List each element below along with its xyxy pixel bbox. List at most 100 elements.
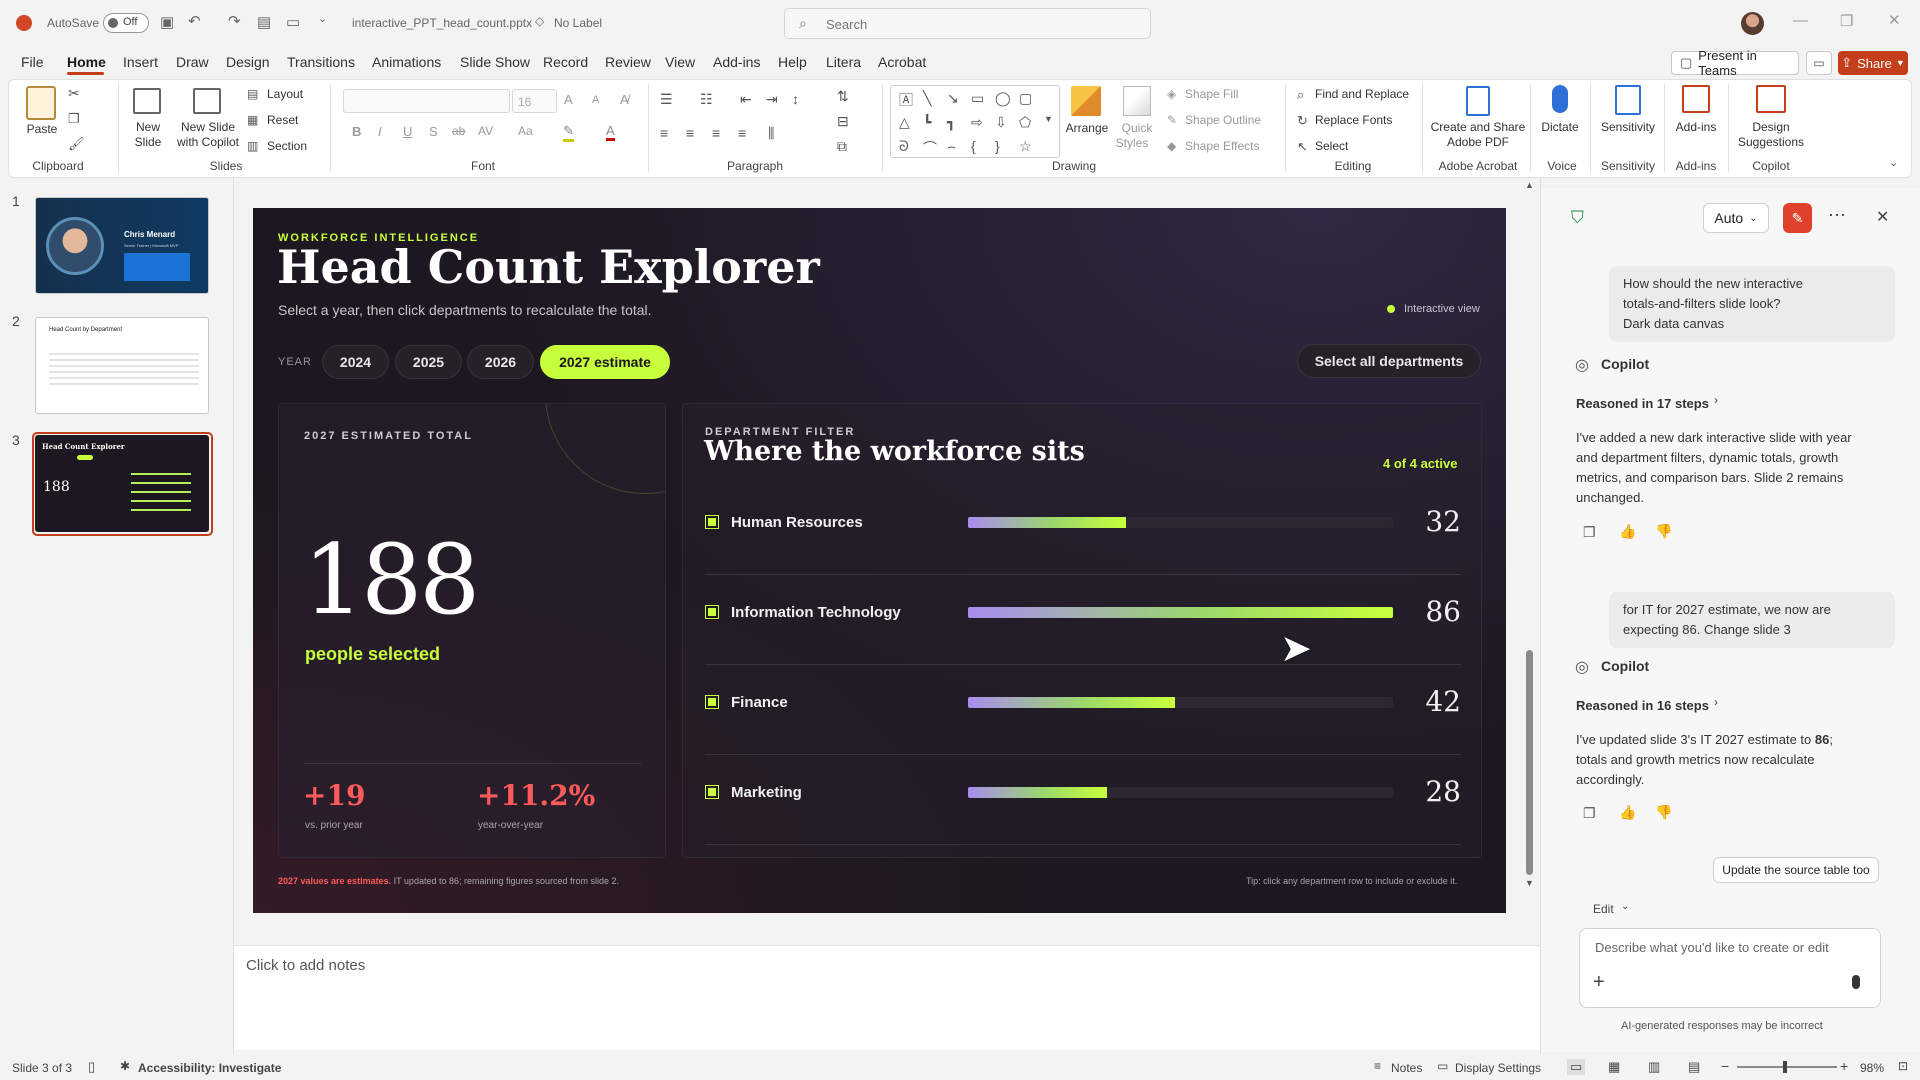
- paste-label[interactable]: Paste: [24, 122, 60, 137]
- new-slide-copilot-label-2[interactable]: with Copilot: [172, 135, 244, 150]
- year-2026-button[interactable]: 2026: [467, 345, 534, 379]
- font-name-box[interactable]: [343, 89, 510, 113]
- shape-effects-icon[interactable]: ◆: [1167, 139, 1176, 153]
- cut-icon[interactable]: ✂: [68, 85, 80, 102]
- chevron-right-icon[interactable]: ›: [1714, 695, 1718, 709]
- prompt-input[interactable]: Describe what you'd like to create or ed…: [1579, 928, 1881, 1008]
- design-suggestions-label-2[interactable]: Suggestions: [1736, 135, 1806, 150]
- present-icon[interactable]: ▤: [257, 13, 271, 31]
- thumbs-up-icon[interactable]: 👍: [1619, 523, 1636, 540]
- align-center-icon[interactable]: ≡: [686, 125, 694, 141]
- select-icon[interactable]: ↖: [1297, 139, 1308, 155]
- quick-styles-label-2[interactable]: Styles: [1112, 136, 1152, 151]
- restore-icon[interactable]: ❐: [1840, 12, 1853, 30]
- numbering-icon[interactable]: ☷: [700, 91, 713, 108]
- sensitivity-icon[interactable]: [1615, 85, 1641, 115]
- checkbox-checked-icon[interactable]: [705, 785, 719, 799]
- grow-font-icon[interactable]: A: [564, 92, 573, 107]
- display-settings-icon[interactable]: ▭: [1437, 1059, 1448, 1073]
- tab-home[interactable]: Home: [67, 54, 106, 70]
- clear-format-icon[interactable]: A̸: [620, 92, 629, 107]
- slide-thumbnail-2[interactable]: Head Count by Department: [35, 317, 209, 414]
- undo-icon[interactable]: ↶: [188, 12, 201, 30]
- justify-icon[interactable]: ≡: [738, 125, 746, 141]
- notes-icon[interactable]: ≡: [1374, 1059, 1381, 1073]
- textbox-shape-icon[interactable]: 🄰: [899, 90, 913, 110]
- minimize-icon[interactable]: —: [1793, 12, 1808, 29]
- new-chat-button[interactable]: ✎: [1783, 203, 1812, 233]
- tab-acrobat[interactable]: Acrobat: [878, 54, 926, 70]
- shrink-font-icon[interactable]: A: [592, 94, 599, 106]
- gallery-expand-icon[interactable]: ▼: [1044, 114, 1053, 124]
- shape-effects-button[interactable]: Shape Effects: [1185, 139, 1260, 153]
- chevron-right-icon[interactable]: ›: [1714, 393, 1718, 407]
- add-ins-label[interactable]: Add-ins: [1671, 120, 1721, 135]
- slide-sorter-icon[interactable]: ▦: [1608, 1059, 1620, 1075]
- normal-view-icon[interactable]: ▭: [1567, 1059, 1586, 1075]
- edit-mode-dropdown[interactable]: Edit: [1593, 902, 1614, 916]
- slideshow-icon[interactable]: ▤: [1688, 1059, 1700, 1075]
- reset-icon[interactable]: ▦: [247, 113, 258, 127]
- suggestion-chip[interactable]: Update the source table too: [1713, 857, 1879, 883]
- shapes-gallery[interactable]: 🄰 ╲ ↘ ▭ ◯ ▢ △ ┗ ┓ ⇨ ⇩ ⬠ ᘐ ⌒ ⌢ { } ☆ ▼: [890, 85, 1060, 158]
- thumbs-down-icon[interactable]: 👎: [1655, 804, 1672, 821]
- font-size-box[interactable]: 16: [512, 89, 557, 113]
- scroll-down-icon[interactable]: ▼: [1525, 878, 1534, 888]
- section-icon[interactable]: ▥: [247, 139, 258, 153]
- zoom-slider[interactable]: [1737, 1061, 1837, 1073]
- layout-button[interactable]: Layout: [267, 87, 303, 101]
- year-2025-button[interactable]: 2025: [395, 345, 462, 379]
- shape-fill-button[interactable]: Shape Fill: [1185, 87, 1238, 101]
- save-icon[interactable]: ▣: [160, 13, 174, 31]
- columns-icon[interactable]: ⫼: [768, 125, 774, 142]
- layout-icon[interactable]: ▤: [247, 87, 258, 101]
- fit-slide-icon[interactable]: ⊡: [1898, 1059, 1908, 1073]
- more-options-icon[interactable]: ⋯: [1828, 205, 1846, 226]
- accessibility-status[interactable]: Accessibility: Investigate: [138, 1061, 281, 1075]
- tab-file[interactable]: File: [21, 54, 44, 70]
- char-spacing-icon[interactable]: AV: [478, 124, 493, 138]
- zoom-level[interactable]: 98%: [1860, 1061, 1884, 1075]
- present-in-teams-button[interactable]: ▢ Present in Teams: [1671, 48, 1799, 78]
- shadow-icon[interactable]: S: [429, 124, 438, 139]
- mode-dropdown[interactable]: Auto ⌄: [1703, 203, 1769, 233]
- microphone-icon[interactable]: [1552, 85, 1568, 113]
- create-share-label-1[interactable]: Create and Share: [1428, 120, 1528, 135]
- shape-fill-icon[interactable]: ◈: [1167, 87, 1176, 101]
- tab-litera[interactable]: Litera: [826, 54, 861, 70]
- spellcheck-icon[interactable]: ▯: [88, 1059, 95, 1075]
- share-button[interactable]: ⇪ Share ▼: [1838, 51, 1908, 75]
- shape-outline-icon[interactable]: ✎: [1167, 113, 1177, 127]
- new-slide-copilot-label-1[interactable]: New Slide: [177, 120, 239, 135]
- slide-thumbnail-1[interactable]: Chris Menard Senior Trainer | Microsoft …: [35, 197, 209, 294]
- tab-animations[interactable]: Animations: [372, 54, 441, 70]
- paste-icon[interactable]: [26, 86, 56, 120]
- smartart-icon[interactable]: ⧉: [837, 138, 847, 155]
- design-suggestions-label-1[interactable]: Design: [1736, 120, 1806, 135]
- sensitivity-label[interactable]: No Label: [554, 16, 602, 30]
- sensitivity-label[interactable]: Sensitivity: [1596, 120, 1660, 135]
- align-text-icon[interactable]: ⊟: [837, 113, 849, 130]
- checkbox-checked-icon[interactable]: [705, 605, 719, 619]
- bullets-icon[interactable]: ☰: [660, 91, 673, 108]
- select-all-departments-button[interactable]: Select all departments: [1297, 344, 1481, 378]
- rounded-rect-shape-icon[interactable]: ▢: [1019, 90, 1032, 107]
- tab-insert[interactable]: Insert: [123, 54, 158, 70]
- arrange-label[interactable]: Arrange: [1062, 121, 1112, 136]
- year-2027-estimate-button[interactable]: 2027 estimate: [540, 345, 670, 379]
- autosave-toggle[interactable]: Off: [103, 13, 149, 33]
- triangle-shape-icon[interactable]: △: [899, 114, 910, 131]
- tab-transitions[interactable]: Transitions: [287, 54, 355, 70]
- strikethrough-icon[interactable]: ab: [452, 124, 465, 138]
- tab-slide-show[interactable]: Slide Show: [460, 54, 530, 70]
- arc-shape-icon[interactable]: ⌢: [947, 138, 956, 155]
- user-avatar[interactable]: [1741, 12, 1764, 35]
- reading-view-icon[interactable]: ▥: [1648, 1059, 1660, 1075]
- find-icon[interactable]: ⌕: [1297, 87, 1304, 103]
- reset-button[interactable]: Reset: [267, 113, 298, 127]
- find-replace-button[interactable]: Find and Replace: [1315, 87, 1409, 101]
- display-settings[interactable]: Display Settings: [1455, 1061, 1541, 1075]
- design-suggestions-icon[interactable]: [1756, 85, 1786, 113]
- thumbs-up-icon[interactable]: 👍: [1619, 804, 1636, 821]
- tab-design[interactable]: Design: [226, 54, 270, 70]
